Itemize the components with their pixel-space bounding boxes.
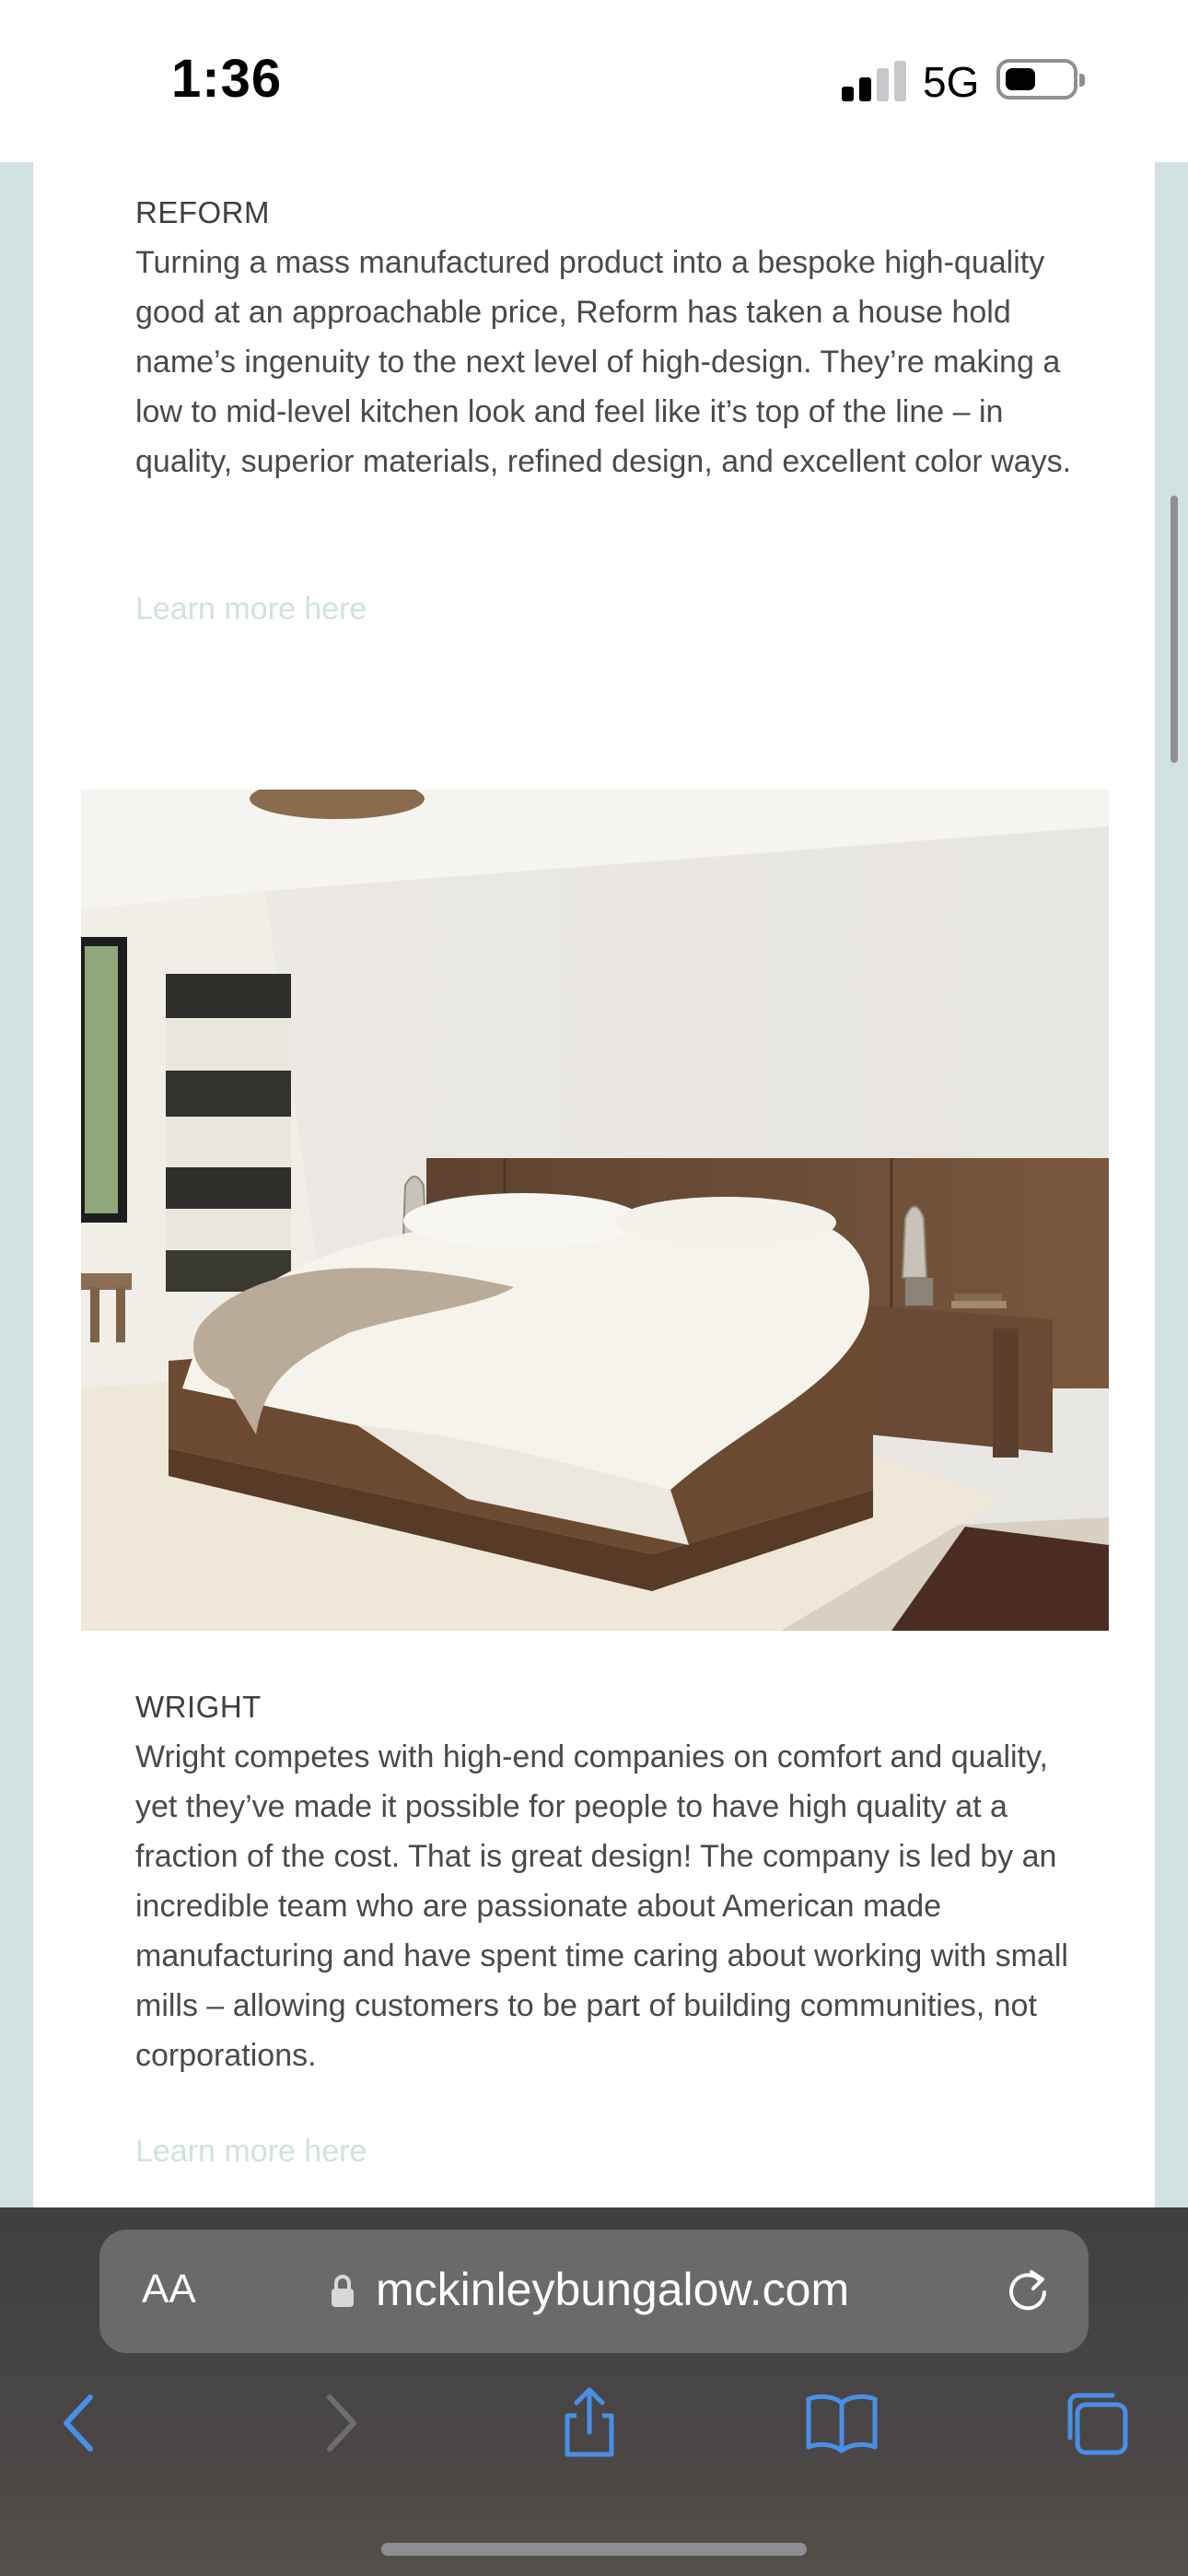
webpage-viewport[interactable]: REFORM Turning a mass manufactured produ… bbox=[0, 162, 1188, 2207]
bookmarks-icon[interactable] bbox=[805, 2386, 879, 2460]
scrollbar-thumb[interactable] bbox=[1171, 496, 1178, 763]
section-heading-wright: WRIGHT bbox=[135, 1690, 262, 1724]
status-bar: 1:36 5G bbox=[0, 0, 1188, 162]
network-type: 5G bbox=[923, 58, 980, 106]
battery-level-fill bbox=[1006, 68, 1035, 90]
learn-more-link-reform[interactable]: Learn more here bbox=[135, 591, 367, 627]
article-column: REFORM Turning a mass manufactured produ… bbox=[33, 162, 1155, 2207]
home-indicator[interactable] bbox=[381, 2543, 807, 2556]
signal-icon bbox=[842, 61, 906, 101]
status-time: 1:36 bbox=[171, 49, 283, 109]
learn-more-link-wright[interactable]: Learn more here bbox=[135, 2134, 367, 2170]
bedroom-photo bbox=[81, 790, 1109, 1631]
section-body-wright: Wright competes with high-end companies … bbox=[135, 1739, 1068, 2073]
battery-icon bbox=[996, 59, 1085, 100]
lock-icon bbox=[332, 2275, 354, 2307]
section-body-reform: Turning a mass manufactured product into… bbox=[135, 245, 1072, 479]
url-text: mckinleybungalow.com bbox=[376, 2264, 850, 2315]
share-icon[interactable] bbox=[553, 2386, 626, 2460]
section-heading-reform: REFORM bbox=[135, 195, 270, 229]
browser-bottom-bar: AA mckinleybungalow.com bbox=[0, 2207, 1188, 2576]
tabs-icon[interactable] bbox=[1059, 2386, 1133, 2460]
text-size-button[interactable]: AA bbox=[142, 2266, 196, 2313]
forward-icon[interactable] bbox=[302, 2386, 376, 2460]
text-size-label: AA bbox=[142, 2266, 196, 2312]
back-icon[interactable] bbox=[44, 2386, 118, 2460]
address-bar[interactable]: AA mckinleybungalow.com bbox=[99, 2230, 1089, 2353]
reload-icon[interactable] bbox=[1002, 2265, 1054, 2316]
